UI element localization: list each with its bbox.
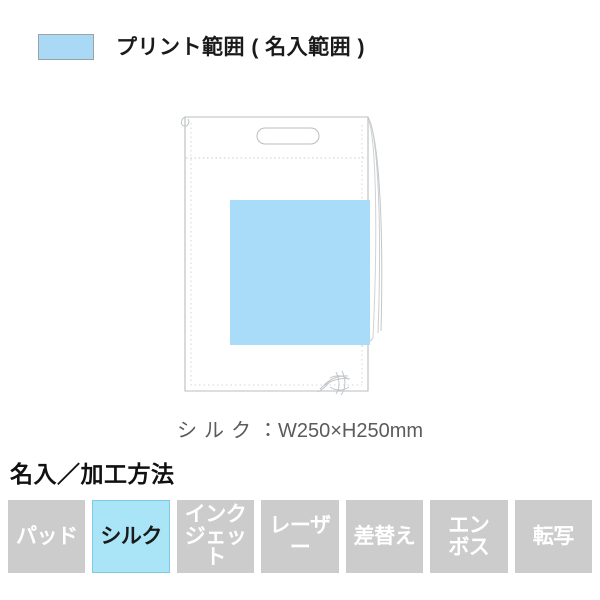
method-tile-label: パッド	[15, 524, 78, 548]
method-tile-4[interactable]: 差替え	[345, 500, 424, 573]
method-tile-label: エン ボス	[448, 513, 490, 559]
method-tile-list: パッド シルク インク ジェット レーザー 差替え エン ボス 転写	[8, 500, 592, 573]
caption-size: W250×H250mm	[277, 420, 424, 442]
legend-label: プリント範囲 ( 名入範囲 )	[116, 35, 365, 59]
method-tile-label: シルク	[100, 524, 162, 548]
print-area	[230, 200, 370, 345]
method-tile-label: インク ジェット	[184, 502, 247, 570]
bag-handle-slot	[256, 127, 320, 145]
method-tile-label: 転写	[532, 524, 575, 548]
legend: プリント範囲 ( 名入範囲 )	[38, 34, 365, 60]
bag-illustration-svg	[181, 116, 383, 396]
caption-method: シルク	[176, 420, 258, 442]
caption-separator: ：	[257, 420, 278, 442]
drawstring-cord-inner	[368, 120, 377, 339]
method-tile-3[interactable]: レーザー	[261, 500, 339, 573]
page-root: プリント範囲 ( 名入範囲 ) シルク：W250×H250mm 名入／加工方法 …	[0, 0, 600, 600]
bag-illustration	[150, 95, 450, 415]
legend-color-swatch	[38, 34, 94, 60]
method-tile-2[interactable]: インク ジェット	[176, 500, 255, 573]
method-tile-1[interactable]: シルク	[92, 500, 170, 573]
print-size-caption: シルク：W250×H250mm	[0, 421, 600, 441]
section-heading: 名入／加工方法	[10, 461, 175, 487]
method-tile-label: レーザー	[269, 513, 331, 559]
method-tile-6[interactable]: 転写	[514, 500, 592, 573]
method-tile-label: 差替え	[353, 524, 416, 548]
method-tile-5[interactable]: エン ボス	[430, 500, 508, 573]
method-tile-0[interactable]: パッド	[8, 500, 86, 573]
